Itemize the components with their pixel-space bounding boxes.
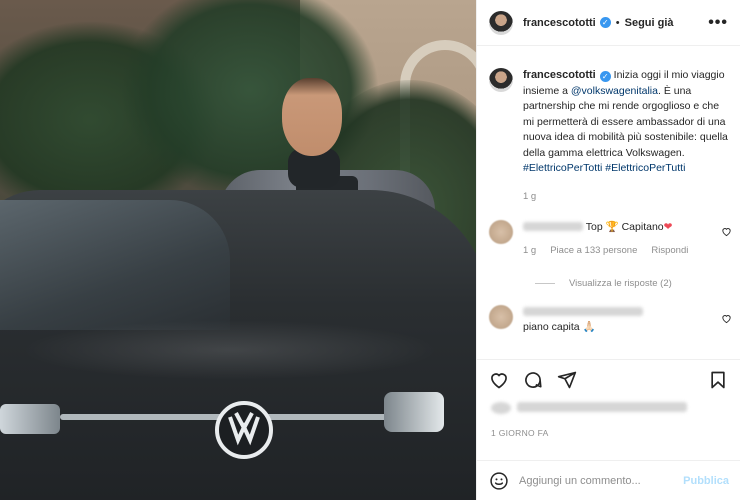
post-header: francescototti ✓ • Segui già ••• bbox=[477, 0, 740, 46]
right-headlamp bbox=[384, 392, 444, 432]
caption: francescototti ✓ Inizia oggi il mio viagg… bbox=[477, 46, 740, 177]
hashtag-link[interactable]: #ElettricoPerTutti bbox=[605, 162, 685, 174]
blurred-liker-avatar bbox=[491, 402, 511, 414]
comment-likes-link[interactable]: Piace a 133 persone bbox=[550, 243, 637, 258]
like-heart-icon[interactable] bbox=[489, 370, 509, 390]
caption-username[interactable]: francescototti bbox=[523, 69, 596, 81]
verified-badge-icon: ✓ bbox=[599, 17, 611, 28]
comment-item: piano capita 🙏🏻 bbox=[477, 304, 740, 335]
header-username[interactable]: francescototti bbox=[523, 17, 596, 29]
hashtag-link[interactable]: #ElettricoPerTotti bbox=[523, 162, 602, 174]
share-send-icon[interactable] bbox=[557, 370, 577, 390]
verified-badge-icon: ✓ bbox=[599, 71, 611, 82]
post-actions bbox=[477, 360, 740, 390]
emoji-smiley-icon[interactable] bbox=[489, 471, 509, 491]
folded-hands-emoji: 🙏🏻 bbox=[582, 320, 596, 333]
comment-bubble-icon[interactable] bbox=[523, 370, 543, 390]
blurred-username bbox=[523, 307, 643, 317]
add-comment-bar: Pubblica bbox=[477, 460, 740, 500]
comment-body: piano capita 🙏🏻 bbox=[523, 305, 713, 335]
caption-time: 1 g bbox=[523, 190, 537, 202]
heart-emoji: ❤ bbox=[663, 220, 673, 233]
blurred-username bbox=[523, 222, 583, 232]
post-photo[interactable] bbox=[0, 0, 476, 500]
like-comment-icon[interactable] bbox=[721, 313, 732, 324]
comment-text: piano capita bbox=[523, 320, 580, 333]
publish-button[interactable]: Pubblica bbox=[683, 475, 729, 487]
comment-item: Top 🏆 Capitano❤ 1 g Piace a 133 persone … bbox=[477, 219, 740, 258]
view-replies-label: Visualizza le risposte (2) bbox=[569, 277, 672, 289]
following-button[interactable]: Segui già bbox=[625, 17, 674, 29]
comment-text: Top bbox=[585, 220, 603, 233]
head bbox=[282, 78, 342, 156]
likes-summary[interactable] bbox=[477, 390, 740, 414]
comment-meta: 1 g Piace a 133 persone Rispondi bbox=[523, 243, 713, 258]
avatar[interactable] bbox=[489, 304, 513, 329]
separator-dot: • bbox=[615, 16, 620, 29]
trophy-icon: 🏆 bbox=[605, 220, 619, 233]
avatar[interactable] bbox=[489, 10, 513, 35]
comment-input[interactable] bbox=[519, 474, 684, 487]
reply-button[interactable]: Rispondi bbox=[651, 243, 688, 258]
more-options-icon[interactable]: ••• bbox=[708, 14, 728, 32]
comment-time: 1 g bbox=[523, 244, 537, 256]
hood-reflection bbox=[20, 320, 440, 380]
caption-text: francescototti ✓ Inizia oggi il mio viagg… bbox=[523, 68, 728, 177]
vw-logo-icon bbox=[215, 401, 273, 459]
comment-body: Top 🏆 Capitano❤ 1 g Piace a 133 persone … bbox=[523, 220, 713, 258]
comments-scroll-area[interactable]: francescototti ✓ Inizia oggi il mio viagg… bbox=[477, 46, 740, 360]
bookmark-icon[interactable] bbox=[708, 370, 728, 390]
like-comment-icon[interactable] bbox=[721, 226, 732, 237]
left-headlamp bbox=[0, 404, 60, 434]
car-windshield bbox=[0, 200, 230, 330]
comment-text-2: Capitano bbox=[621, 220, 664, 233]
post-time: 1 GIORNO FA bbox=[491, 428, 549, 438]
view-replies-button[interactable]: Visualizza le risposte (2) bbox=[535, 278, 740, 289]
avatar[interactable] bbox=[489, 219, 513, 244]
avatar[interactable] bbox=[489, 68, 513, 92]
post-side-panel: francescototti ✓ • Segui già ••• frances… bbox=[476, 0, 740, 500]
replies-divider bbox=[535, 282, 555, 284]
blurred-likes-text bbox=[517, 402, 687, 412]
mention-link[interactable]: @volkswagenitalia bbox=[571, 85, 658, 97]
